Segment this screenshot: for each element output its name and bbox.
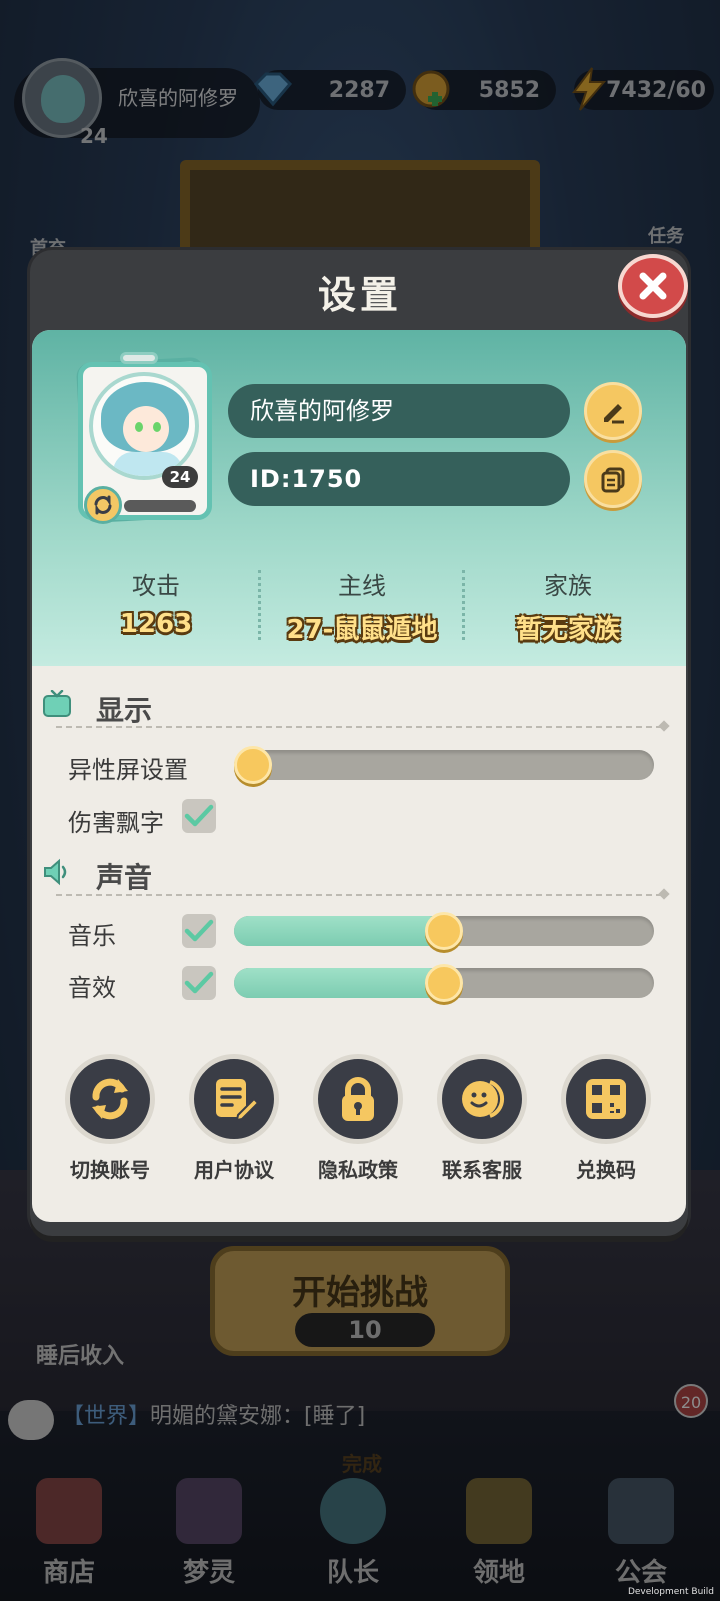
redeem-code-icon xyxy=(586,1079,626,1119)
profile-portrait[interactable] xyxy=(89,372,199,480)
player-id-field: ID:1750 xyxy=(228,452,570,506)
switch-account-label: 切换账号 xyxy=(70,1158,150,1182)
stat-family: 家族 暂无家族 xyxy=(468,566,668,646)
sfx-label: 音效 xyxy=(68,974,116,1002)
sfx-volume-slider[interactable] xyxy=(234,964,654,1002)
stat-attack: 攻击 1263 xyxy=(56,566,256,639)
refresh-icon xyxy=(94,495,112,515)
contact-service-button[interactable]: 联系客服 xyxy=(422,1054,542,1183)
stat-attack-label: 攻击 xyxy=(132,572,180,600)
close-icon xyxy=(639,272,667,300)
stat-divider xyxy=(462,570,465,640)
privacy-policy-button[interactable]: 隐私政策 xyxy=(298,1054,418,1183)
redeem-code-button[interactable]: 兑换码 xyxy=(546,1054,666,1183)
checkmark-icon xyxy=(184,804,214,827)
change-avatar-button[interactable] xyxy=(84,486,122,524)
pencil-icon xyxy=(604,404,624,424)
speaker-icon xyxy=(44,858,67,886)
player-name-field: 欣喜的阿修罗 xyxy=(228,384,570,438)
stat-attack-value: 1263 xyxy=(119,609,193,639)
slider-knob[interactable] xyxy=(425,964,463,1002)
stat-divider xyxy=(258,570,261,640)
user-agreement-label: 用户协议 xyxy=(194,1158,274,1182)
card-clip xyxy=(120,352,158,364)
music-checkbox[interactable] xyxy=(182,914,216,948)
stat-mainline: 主线 27-鼠鼠遁地 xyxy=(262,566,462,646)
slider-knob[interactable] xyxy=(234,746,272,784)
section-divider xyxy=(56,726,662,728)
stat-family-label: 家族 xyxy=(544,572,592,600)
notch-setting-slider[interactable] xyxy=(234,746,654,784)
sound-section-title: 声音 xyxy=(96,861,153,894)
slider-knob[interactable] xyxy=(425,912,463,950)
profile-level-badge: 24 xyxy=(162,466,198,488)
user-agreement-button[interactable]: 用户协议 xyxy=(174,1054,294,1183)
damage-text-checkbox[interactable] xyxy=(182,799,216,833)
music-volume-fill xyxy=(234,916,444,946)
sfx-checkbox[interactable] xyxy=(182,966,216,1000)
swap-account-icon xyxy=(92,1078,128,1120)
display-section-title: 显示 xyxy=(96,694,153,727)
section-divider xyxy=(56,894,662,896)
copy-icon xyxy=(601,467,625,493)
switch-account-button[interactable]: 切换账号 xyxy=(50,1054,170,1183)
sfx-volume-fill xyxy=(234,968,444,998)
notch-setting-label: 异性屏设置 xyxy=(68,756,188,784)
stat-family-value: 暂无家族 xyxy=(515,615,620,645)
user-agreement-icon xyxy=(216,1079,260,1122)
music-volume-slider[interactable] xyxy=(234,912,654,950)
copy-id-button[interactable] xyxy=(584,450,642,508)
close-button[interactable] xyxy=(618,254,688,318)
damage-text-label: 伤害飘字 xyxy=(68,809,164,837)
checkmark-icon xyxy=(184,971,214,994)
privacy-policy-label: 隐私政策 xyxy=(318,1158,398,1182)
modal-title: 设置 xyxy=(317,273,402,317)
stat-mainline-label: 主线 xyxy=(338,572,386,600)
tv-icon xyxy=(43,690,71,717)
music-label: 音乐 xyxy=(68,922,116,950)
stat-mainline-value: 27-鼠鼠遁地 xyxy=(286,615,438,645)
dev-build-label: Development Build xyxy=(627,1587,714,1597)
card-decor-strip xyxy=(124,500,196,512)
contact-service-label: 联系客服 xyxy=(442,1158,522,1182)
edit-name-button[interactable] xyxy=(584,382,642,440)
checkmark-icon xyxy=(184,919,214,942)
customer-service-icon xyxy=(462,1080,505,1118)
privacy-lock-icon xyxy=(342,1077,374,1121)
redeem-code-label: 兑换码 xyxy=(576,1158,636,1182)
